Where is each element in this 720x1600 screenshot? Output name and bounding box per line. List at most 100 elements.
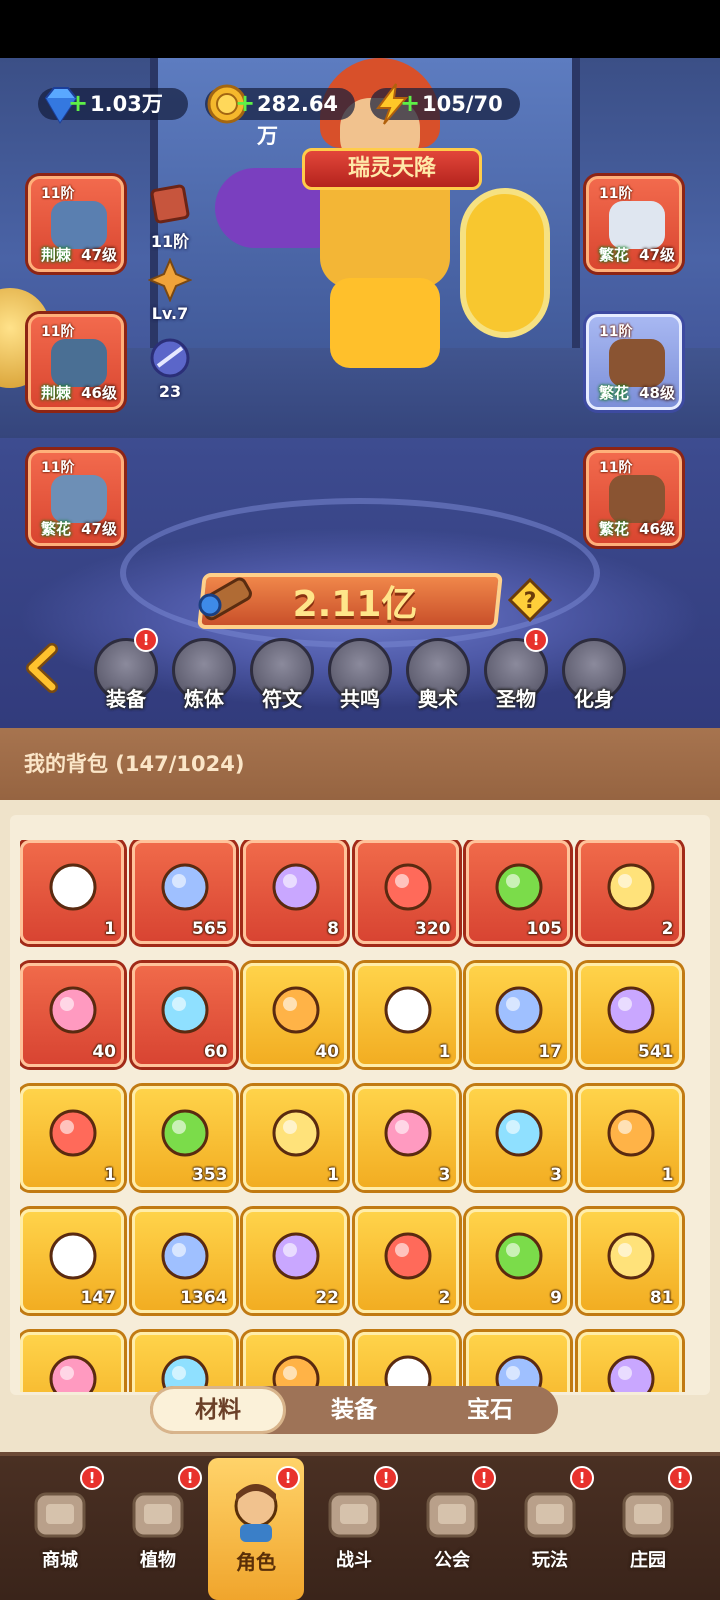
equip-set: 繁花 [599,384,630,402]
nav-gameplay[interactable]: 玩法! [504,1466,596,1586]
item-count: 1 [104,1165,116,1185]
bag-item-slot[interactable]: 147 [20,1209,124,1313]
bag-item-slot[interactable] [577,1332,682,1392]
equip-slot-shorts[interactable]: 11阶 繁花 47级 [28,450,124,546]
bag-item-slot[interactable]: 1 [20,1086,124,1190]
bag-item-slot[interactable]: 81 [577,1209,682,1313]
bag-item-slot[interactable]: 2 [577,840,682,944]
bag-tab-gems[interactable]: 宝石 [422,1386,558,1434]
nav-alert-badge: ! [472,1466,496,1490]
equip-level: 47级 [81,246,117,264]
equip-tier: 11阶 [41,460,75,476]
bag-item-grid[interactable]: 1 565 8 320 105 2 40 60 40 1 17 541 1 353 1 3 3 1 147 1364 2… [20,840,700,1392]
back-arrow-icon[interactable] [18,643,68,693]
bag-item-slot[interactable] [354,1332,459,1392]
bag-tab-materials[interactable]: 材料 [150,1386,286,1434]
bag-item-slot[interactable] [20,1332,124,1392]
nav-label: 玩法 [532,1550,568,1571]
equip-set: 荆棘 [41,384,72,402]
nav-manor[interactable]: 庄园! [602,1466,694,1586]
triangle-ingot-icon [157,1105,213,1161]
bag-item-slot[interactable]: 1 [354,963,459,1067]
bag-item-slot[interactable]: 565 [131,840,236,944]
item-count: 2 [438,1288,451,1308]
bag-item-slot[interactable]: 3 [466,1086,570,1190]
bag-item-slot[interactable]: 320 [354,840,459,944]
equip-tier: 11阶 [599,324,633,340]
character-scene: + 1.03万 + 282.64万 + 105/70 瑞灵天降 11阶 荆棘 4… [0,58,720,728]
bag-item-slot[interactable]: 353 [131,1086,236,1190]
nav-guild[interactable]: 公会! [406,1466,498,1586]
bag-item-slot[interactable] [243,1332,347,1392]
event-banner[interactable]: 瑞灵天降 [302,148,482,190]
yellow-rose-icon [45,1228,101,1284]
equip-slot-hat[interactable]: 11阶 荆棘 47级 [28,176,124,272]
guild-icon [420,1480,484,1544]
fire-fruit-icon [157,982,213,1038]
bag-item-slot[interactable] [466,1332,570,1392]
bag-item-slot[interactable]: 17 [466,963,570,1067]
bag-item-slot[interactable]: 60 [131,963,236,1067]
bag-item-slot[interactable]: 2 [354,1209,459,1313]
gold-ore-icon [380,1228,436,1284]
avatar-tab-label: 化身 [574,687,614,711]
bag-item-slot[interactable] [131,1332,236,1392]
nav-plant[interactable]: 植物! [112,1466,204,1586]
relic-tab-label: 圣物 [496,687,536,711]
add-energy-icon[interactable]: + [400,91,420,115]
level-badge[interactable]: Lv.7 [140,258,200,328]
gloves-icon [51,339,107,387]
body-refine-tab-label: 炼体 [184,687,224,711]
item-count: 40 [92,1042,116,1062]
item-count: 60 [203,1042,228,1062]
gold-counter[interactable]: + 282.64万 [205,84,355,148]
key-icon [198,577,252,621]
equip-slot-boots[interactable]: 11阶 繁花 46级 [586,450,682,546]
energy-counter[interactable]: + 105/70 [370,83,520,125]
nav-alert-badge: ! [178,1466,202,1490]
nav-battle[interactable]: 战斗! [308,1466,400,1586]
bag-item-slot[interactable]: 9 [466,1209,570,1313]
nav-label: 公会 [434,1550,470,1571]
shuriken-icon [45,859,101,915]
bag-item-slot[interactable]: 105 [466,840,570,944]
bag-tab-equipment[interactable]: 装备 [286,1386,422,1434]
equip-slot-belt[interactable]: 11阶 繁花 48级 [586,314,682,410]
orb-count: 23 [158,382,182,401]
equip-level: 47级 [81,520,117,538]
equip-tier: 11阶 [599,460,633,476]
nav-label: 角色 [236,1550,276,1574]
green-canister-icon [491,859,547,915]
help-icon[interactable]: ? [508,578,552,622]
bag-item-slot[interactable]: 1364 [131,1209,236,1313]
tome-badge[interactable]: 11阶 [140,182,200,252]
equip-slot-gloves[interactable]: 11阶 荆棘 46级 [28,314,124,410]
item-count: 147 [80,1288,117,1308]
gem-counter[interactable]: + 1.03万 [38,87,188,124]
bag-item-slot[interactable]: 1 [20,840,124,944]
bag-item-slot[interactable]: 541 [577,963,682,1067]
item-count: 105 [526,919,563,939]
item-count: 3 [438,1165,451,1185]
bag-item-slot[interactable]: 40 [243,963,347,1067]
equip-tab-label: 装备 [106,687,146,711]
item-count: 40 [315,1042,339,1062]
bag-item-slot[interactable]: 1 [577,1086,682,1190]
nav-character[interactable]: 角色! [210,1466,302,1586]
nav-label: 商城 [42,1550,78,1571]
shirt-icon [609,201,665,249]
bag-item-slot[interactable]: 8 [243,840,347,944]
equip-slot-shirt[interactable]: 11阶 繁花 47级 [586,176,682,272]
bag-item-slot[interactable]: 1 [243,1086,347,1190]
nav-alert-badge: ! [570,1466,594,1490]
orb-badge[interactable]: 23 [140,336,200,406]
add-gold-icon[interactable]: + [235,91,255,115]
bag-item-slot[interactable]: 40 [20,963,124,1067]
arcane-tab-label: 奥术 [418,687,458,711]
nav-alert-badge: ! [80,1466,104,1490]
bag-item-slot[interactable]: 3 [354,1086,459,1190]
add-gems-icon[interactable]: + [68,91,88,115]
bag-item-slot[interactable]: 22 [243,1209,347,1313]
item-count: 541 [638,1042,674,1062]
nav-shop[interactable]: 商城! [14,1466,106,1586]
